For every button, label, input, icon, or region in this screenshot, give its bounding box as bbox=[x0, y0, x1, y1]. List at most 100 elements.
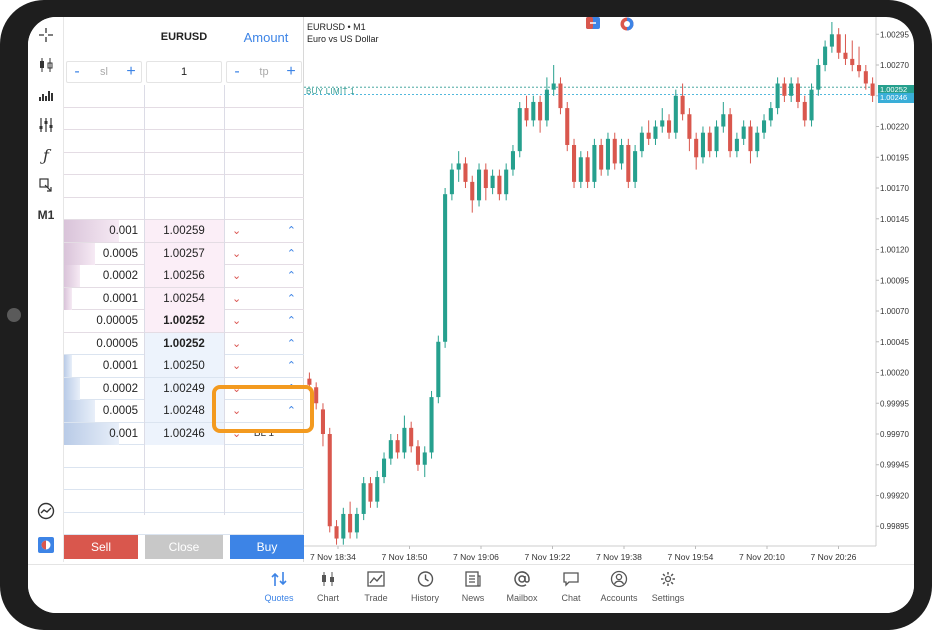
candle-body bbox=[653, 126, 658, 139]
ask-price: 1.00254 bbox=[144, 287, 224, 310]
column-divider bbox=[224, 85, 225, 515]
nav-chart[interactable]: Chart bbox=[303, 569, 353, 603]
order-highlight-frame bbox=[212, 385, 314, 433]
candle-body bbox=[490, 175, 495, 189]
order-cell[interactable]: ⌄ ⌃ bbox=[224, 355, 304, 377]
close-button[interactable]: Close bbox=[145, 535, 223, 559]
order-cell[interactable]: ⌄ ⌃ bbox=[224, 265, 304, 287]
buy-button[interactable]: Buy bbox=[230, 535, 304, 559]
tp-input[interactable]: tp bbox=[244, 66, 284, 78]
sell-button[interactable]: Sell bbox=[64, 535, 138, 559]
chevron-down-icon[interactable]: ⌄ bbox=[232, 310, 241, 332]
ask-row[interactable]: 0.0005 1.00257 ⌄ ⌃ bbox=[64, 242, 304, 265]
chevron-down-icon[interactable]: ⌄ bbox=[232, 333, 241, 355]
y-tick-label: 1.00170 bbox=[880, 184, 909, 193]
order-cell[interactable]: ⌄ ⌃ bbox=[224, 288, 304, 310]
candle-body bbox=[626, 144, 631, 182]
chevron-down-icon[interactable]: ⌄ bbox=[232, 220, 241, 242]
price-chart[interactable]: 1.002951.002701.002451.002201.001951.001… bbox=[304, 17, 914, 562]
bid-row[interactable]: 0.0001 1.00250 ⌄ ⌃ bbox=[64, 355, 304, 378]
order-cell[interactable]: ⌄ ⌃ bbox=[224, 220, 304, 242]
nav-trade[interactable]: Trade bbox=[351, 569, 401, 603]
home-button[interactable] bbox=[7, 308, 21, 322]
candle-body bbox=[599, 144, 604, 170]
sl-minus-button[interactable]: - bbox=[70, 64, 84, 80]
volume-input[interactable]: 1 bbox=[146, 61, 222, 83]
ask-row[interactable]: 0.0001 1.00254 ⌄ ⌃ bbox=[64, 287, 304, 310]
chevron-down-icon[interactable]: ⌄ bbox=[232, 265, 241, 287]
nav-label: Mailbox bbox=[506, 593, 538, 603]
tp-minus-button[interactable]: - bbox=[230, 64, 244, 80]
x-tick-label: 7 Nov 19:38 bbox=[596, 552, 642, 562]
indicators-icon[interactable] bbox=[32, 113, 60, 137]
chart-symbol-label: EURUSD • M1 bbox=[307, 22, 366, 32]
ask-volume: 0.00005 bbox=[96, 315, 138, 327]
candle-body bbox=[721, 114, 726, 127]
nav-label: Trade bbox=[364, 593, 388, 603]
tp-stepper[interactable]: - tp + bbox=[226, 61, 302, 83]
buy-limit-line-label[interactable]: BUY LIMIT 1 bbox=[306, 87, 355, 96]
candlestick-type-icon[interactable] bbox=[32, 53, 60, 77]
one-click-trading-icon[interactable] bbox=[32, 533, 60, 557]
candle-body bbox=[510, 151, 515, 170]
candle-body bbox=[755, 132, 760, 152]
ask-row[interactable]: 0.001 1.00259 ⌄ ⌃ bbox=[64, 220, 304, 243]
nav-history[interactable]: History bbox=[400, 569, 450, 603]
chevron-up-icon[interactable]: ⌃ bbox=[287, 355, 296, 377]
chevron-up-icon[interactable]: ⌃ bbox=[287, 243, 296, 265]
bid-volume: 0.0001 bbox=[102, 360, 138, 372]
candle-body bbox=[646, 132, 651, 139]
trade-levels-icon[interactable] bbox=[586, 17, 600, 29]
function-icon[interactable]: ƒ bbox=[32, 143, 60, 167]
nav-quotes[interactable]: Quotes bbox=[254, 569, 304, 603]
nav-accounts[interactable]: Accounts bbox=[594, 569, 644, 603]
order-cell[interactable]: ⌄ ⌃ bbox=[224, 333, 304, 355]
candle-body bbox=[667, 120, 672, 133]
chevron-up-icon[interactable]: ⌃ bbox=[287, 265, 296, 287]
chevron-up-icon[interactable]: ⌃ bbox=[287, 333, 296, 355]
chevron-down-icon[interactable]: ⌄ bbox=[232, 355, 241, 377]
candle-body bbox=[348, 513, 353, 533]
candle-body bbox=[497, 175, 502, 195]
one-click-icon[interactable] bbox=[620, 17, 634, 31]
ask-row[interactable]: 0.0002 1.00256 ⌄ ⌃ bbox=[64, 265, 304, 288]
candle-body bbox=[660, 120, 665, 127]
chevron-down-icon[interactable]: ⌄ bbox=[232, 288, 241, 310]
sl-stepper[interactable]: - sl + bbox=[66, 61, 142, 83]
candle-body bbox=[748, 126, 753, 152]
tp-plus-button[interactable]: + bbox=[284, 64, 298, 80]
amount-toggle[interactable]: Amount bbox=[234, 30, 298, 45]
chevron-up-icon[interactable]: ⌃ bbox=[287, 288, 296, 310]
chevron-up-icon[interactable]: ⌃ bbox=[287, 310, 296, 332]
candle-body bbox=[463, 163, 468, 182]
chevron-down-icon[interactable]: ⌄ bbox=[232, 243, 241, 265]
objects-icon[interactable] bbox=[32, 173, 60, 197]
nav-settings[interactable]: Settings bbox=[643, 569, 693, 603]
chart-canvas[interactable]: 1.002951.002701.002451.002201.001951.001… bbox=[304, 17, 914, 562]
candle-body bbox=[836, 34, 841, 53]
candle-body bbox=[687, 114, 692, 139]
nav-label: Chart bbox=[316, 593, 339, 603]
trading-signals-icon[interactable] bbox=[32, 499, 60, 523]
candle-body bbox=[531, 101, 536, 121]
x-tick-label: 7 Nov 18:50 bbox=[382, 552, 428, 562]
volumes-icon[interactable] bbox=[32, 83, 60, 107]
sl-input[interactable]: sl bbox=[84, 66, 124, 78]
nav-mailbox[interactable]: Mailbox bbox=[497, 569, 547, 603]
timeframe-button[interactable]: M1 bbox=[32, 203, 60, 227]
y-tick-label: 1.00020 bbox=[880, 369, 909, 378]
bid-row[interactable]: 0.00005 1.00252 ⌄ ⌃ bbox=[64, 332, 304, 355]
candle-body bbox=[409, 427, 414, 447]
nav-chat[interactable]: Chat bbox=[546, 569, 596, 603]
candle-body bbox=[558, 83, 563, 109]
settings-icon bbox=[643, 569, 693, 589]
candle-body bbox=[375, 477, 380, 502]
sl-plus-button[interactable]: + bbox=[124, 64, 138, 80]
nav-news[interactable]: News bbox=[448, 569, 498, 603]
ask-row[interactable]: 0.00005 1.00252 ⌄ ⌃ bbox=[64, 310, 304, 333]
crosshair-icon[interactable] bbox=[32, 23, 60, 47]
order-cell[interactable]: ⌄ ⌃ bbox=[224, 310, 304, 332]
chevron-up-icon[interactable]: ⌃ bbox=[287, 220, 296, 242]
order-cell[interactable]: ⌄ ⌃ bbox=[224, 243, 304, 265]
chart-icon bbox=[303, 569, 353, 589]
